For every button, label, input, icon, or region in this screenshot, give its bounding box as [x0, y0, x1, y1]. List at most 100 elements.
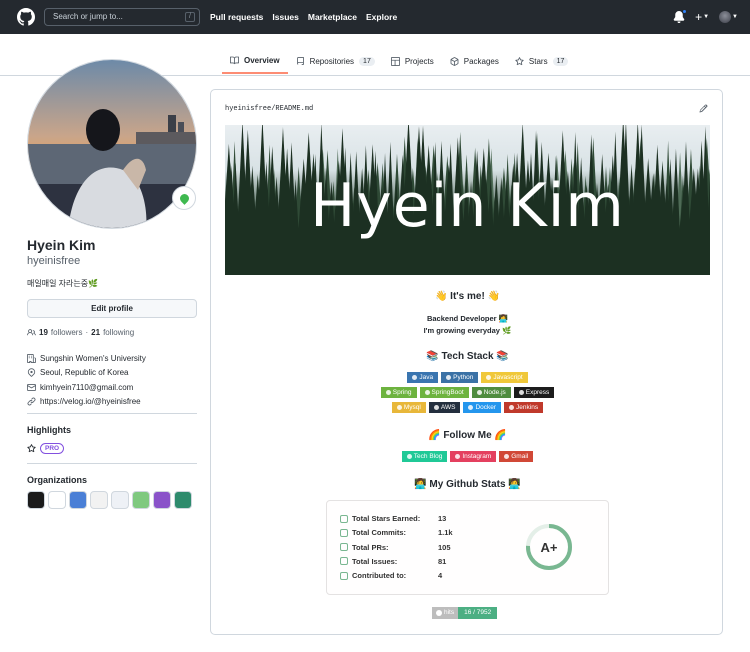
website-item[interactable]: https://velog.io/@hyeinisfree [27, 395, 197, 410]
followers-count[interactable]: 19 [39, 328, 48, 337]
nav-explore[interactable]: Explore [366, 12, 397, 22]
logo-icon [446, 375, 452, 380]
tab-label: Overview [244, 55, 280, 65]
repo-icon [296, 56, 304, 65]
stat-label: Total Issues: [352, 556, 398, 566]
search-placeholder: Search or jump to... [53, 12, 123, 21]
follow-stats: 19 followers · 21 following [27, 328, 134, 337]
github-logo-icon[interactable] [17, 8, 35, 26]
github-icon [436, 610, 442, 616]
logo-icon [424, 390, 430, 395]
readme-owner[interactable]: hyeinisfree [225, 105, 271, 113]
stat-row: Total Stars Earned: 13 [340, 514, 446, 523]
tech-badge[interactable]: Express [513, 387, 555, 398]
user-menu[interactable]: ▼ [719, 11, 738, 23]
unread-dot [682, 9, 688, 14]
email-item[interactable]: kimhyein7110@gmail.com [27, 380, 197, 395]
location-icon [27, 368, 36, 378]
repo-icon [340, 571, 348, 580]
profile-avatar[interactable] [27, 59, 197, 229]
tab-projects[interactable]: Projects [383, 48, 442, 74]
social-badge[interactable]: Instagram [450, 451, 497, 462]
social-badge[interactable]: Gmail [499, 451, 534, 462]
logo-icon [509, 405, 515, 410]
logo-icon [433, 405, 439, 410]
stat-row: Contributed to: 4 [340, 571, 442, 580]
organization-avatar[interactable] [111, 491, 129, 509]
organization-avatar[interactable] [132, 491, 150, 509]
organization-icon [27, 353, 36, 363]
stat-value: 13 [438, 514, 447, 523]
badge-label: Javascript [493, 374, 523, 381]
nav-marketplace[interactable]: Marketplace [308, 12, 357, 22]
chevron-down-icon: ▼ [703, 14, 710, 20]
notifications-bell-icon[interactable] [673, 9, 688, 23]
tech-badge[interactable]: AWS [428, 402, 461, 413]
tech-badge[interactable]: Python [441, 372, 479, 383]
tech-badge[interactable]: Docker [463, 402, 502, 413]
followers-label[interactable]: followers [51, 328, 83, 337]
status-emoji-button[interactable] [172, 186, 196, 210]
logo-icon [455, 454, 461, 459]
logo-icon [412, 375, 418, 380]
nav-issues[interactable]: Issues [272, 12, 298, 22]
social-badge[interactable]: Tech Blog [401, 451, 448, 462]
organization-avatar[interactable] [90, 491, 108, 509]
create-new-menu[interactable]: + ▼ [695, 11, 709, 23]
organization-avatar[interactable] [153, 491, 171, 509]
search-input[interactable]: Search or jump to... / [44, 8, 200, 26]
edit-profile-button[interactable]: Edit profile [27, 299, 197, 318]
tech-badge[interactable]: Node.js [471, 387, 511, 398]
tab-overview[interactable]: Overview [222, 48, 288, 74]
search-shortcut-key: / [185, 12, 195, 22]
tech-badge[interactable]: Javascript [481, 372, 528, 383]
profile-bio: 매일매일 자라는중🌿 [27, 279, 99, 288]
badge-label: Spring [392, 389, 412, 396]
profile-name: Hyein Kim [27, 237, 96, 253]
divider [27, 413, 197, 414]
follow-badges-row: Tech Blog Instagram Gmail [211, 451, 724, 462]
star-icon [340, 514, 348, 523]
stat-label: Total Stars Earned: [352, 514, 421, 523]
tab-repositories[interactable]: Repositories 17 [288, 48, 383, 74]
email-link[interactable]: kimhyein7110@gmail.com [40, 383, 133, 392]
following-label[interactable]: following [103, 328, 134, 337]
tech-badges-row-3: Mysql AWS Docker Jenkins [211, 402, 724, 413]
tab-packages[interactable]: Packages [442, 48, 507, 74]
tech-badge[interactable]: Mysql [391, 402, 426, 413]
tech-badge[interactable]: Java [407, 372, 439, 383]
stat-label: Contributed to: [352, 571, 407, 581]
tech-badges-row-2: Spring SpringBoot Node.js Express [211, 387, 724, 398]
intro-line-1: Backend Developer 👩‍💻 [426, 314, 509, 323]
logo-icon [476, 390, 482, 395]
star-icon [515, 56, 524, 65]
stat-value: 1.1k [438, 528, 453, 538]
organization-avatar[interactable] [48, 491, 66, 509]
tech-badge[interactable]: SpringBoot [419, 387, 469, 398]
organization-avatar[interactable] [69, 491, 87, 509]
tech-badge[interactable]: Spring [380, 387, 417, 398]
dot-separator: · [85, 328, 89, 337]
website-link[interactable]: https://velog.io/@hyeinisfree [40, 397, 141, 406]
badge-label: Jenkins [516, 404, 539, 411]
hits-badge: hits 16 / 7952 [432, 607, 498, 619]
tab-stars[interactable]: Stars 17 [507, 48, 576, 74]
organizations-list [27, 491, 192, 509]
organization-avatar[interactable] [27, 491, 45, 509]
pencil-icon[interactable] [699, 104, 708, 113]
avatar-photo [28, 60, 196, 228]
project-icon [390, 56, 400, 66]
green-heart-icon [177, 191, 191, 205]
avatar [719, 11, 732, 23]
book-icon [230, 56, 239, 64]
banner-title: Hyein Kim [310, 171, 625, 241]
highlights-title: Highlights [27, 425, 71, 435]
logo-icon [504, 454, 510, 459]
tech-badge[interactable]: Jenkins [504, 402, 544, 413]
hits-value: 16 / 7952 [458, 607, 498, 619]
stars-count-badge: 17 [552, 56, 569, 66]
plus-icon: + [695, 10, 703, 24]
following-count[interactable]: 21 [91, 328, 100, 337]
organization-avatar[interactable] [174, 491, 192, 509]
nav-pull-requests[interactable]: Pull requests [210, 12, 263, 22]
